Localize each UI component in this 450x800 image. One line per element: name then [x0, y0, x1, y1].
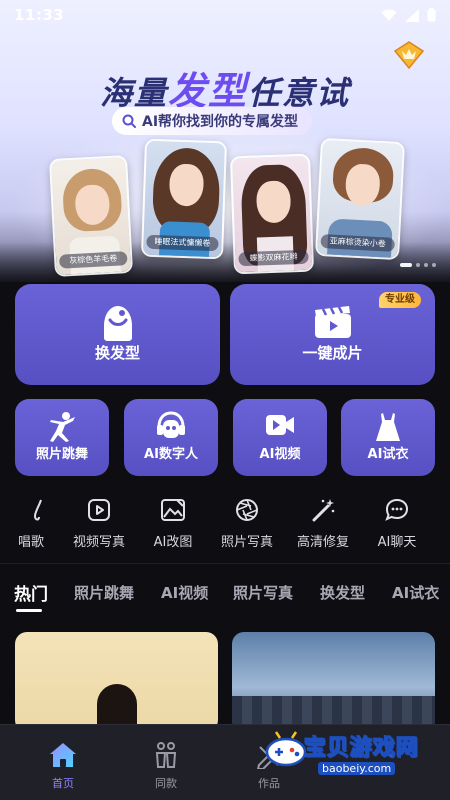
magic-wand-icon	[309, 496, 337, 524]
tile-label: 照片跳舞	[35, 447, 88, 462]
dress-icon	[374, 411, 402, 447]
tile-label: AI视频	[259, 447, 301, 462]
tab-hot[interactable]: 热门	[14, 580, 48, 605]
hero-subtitle-text: AI帮你找到你的专属发型	[142, 114, 299, 130]
tool-label: AI改图	[153, 535, 193, 550]
tile-ai-video[interactable]: AI视频	[233, 399, 327, 476]
nav-label: 同款	[155, 777, 177, 790]
tile-label: AI试衣	[367, 447, 409, 462]
status-icons	[381, 8, 436, 22]
aperture-icon	[233, 496, 261, 524]
tool-ai-chat[interactable]: AI聊天	[362, 496, 432, 552]
section-divider	[0, 563, 450, 564]
chat-bubble-icon	[383, 496, 411, 524]
image-edit-icon	[159, 496, 187, 524]
tile-label: 一键成片	[302, 344, 363, 362]
tool-video-portrait[interactable]: 视频写真	[64, 496, 134, 552]
carousel-dot	[424, 263, 428, 267]
video-camera-icon	[264, 411, 296, 443]
pro-badge: 专业级	[379, 292, 421, 308]
content-card[interactable]	[15, 632, 218, 732]
tool-label: 高清修复	[296, 535, 349, 550]
carousel-indicator	[400, 263, 436, 267]
hairstyle-card[interactable]: 灰棕色羊毛卷	[48, 155, 134, 277]
tab-change-hairstyle[interactable]: 换发型	[320, 582, 365, 603]
wifi-icon	[381, 9, 397, 21]
tile-ai-digital-human[interactable]: AI数字人	[124, 399, 218, 476]
same-style-icon	[151, 741, 181, 769]
watermark-text: 宝贝游戏网	[303, 736, 420, 762]
hairstyle-caption: 蝶影双麻花辫	[238, 249, 309, 267]
microphone-icon	[17, 496, 45, 524]
tab-ai-video[interactable]: AI视频	[161, 582, 208, 603]
tool-hd-restore[interactable]: 高清修复	[288, 496, 358, 552]
dancer-icon	[47, 411, 77, 447]
robot-headphones-icon	[155, 411, 187, 445]
clapperboard-icon	[313, 304, 353, 344]
search-icon	[122, 114, 136, 128]
hairstyle-card[interactable]: 睡眠法式慵懒卷	[140, 138, 228, 260]
tab-ai-try-on[interactable]: AI试衣	[392, 582, 439, 603]
tool-label: 唱歌	[17, 535, 44, 550]
nav-same-style[interactable]: 同款	[136, 741, 196, 791]
content-card[interactable]	[232, 632, 435, 732]
tile-one-click-film[interactable]: 专业级 一键成片	[230, 284, 435, 385]
tab-photo-portrait[interactable]: 照片写真	[233, 582, 293, 603]
status-bar: 11:33	[0, 0, 450, 30]
watermark: 宝贝游戏网 baobeiy.com	[262, 724, 450, 784]
gamepad-icon	[265, 731, 307, 767]
tab-photo-dance[interactable]: 照片跳舞	[74, 582, 134, 603]
tile-ai-try-on[interactable]: AI试衣	[341, 399, 435, 476]
hero-subtitle-pill: AI帮你找到你的专属发型	[112, 107, 313, 135]
tab-active-underline	[16, 609, 42, 612]
tool-label: 照片写真	[220, 535, 273, 550]
tile-photo-dance[interactable]: 照片跳舞	[15, 399, 109, 476]
tool-ai-image-edit[interactable]: AI改图	[138, 496, 208, 552]
status-time: 11:33	[14, 6, 65, 24]
hairstyle-caption: 睡眠法式慵懒卷	[146, 234, 219, 252]
home-icon	[48, 741, 78, 769]
carousel-dot	[432, 263, 436, 267]
carousel-dot	[416, 263, 420, 267]
battery-icon	[427, 8, 436, 22]
tool-sing[interactable]: 唱歌	[0, 496, 66, 552]
tile-change-hairstyle[interactable]: 换发型	[15, 284, 220, 385]
nav-label: 首页	[52, 777, 74, 790]
tile-label: AI数字人	[144, 447, 198, 462]
hairstyle-card[interactable]: 蝶影双麻花辫	[229, 153, 315, 275]
tool-photo-portrait[interactable]: 照片写真	[212, 496, 282, 552]
vip-crown-icon[interactable]	[392, 40, 426, 70]
tool-label: 视频写真	[72, 535, 125, 550]
tool-label: AI聊天	[377, 535, 417, 550]
video-play-icon	[85, 496, 113, 524]
hairstyle-card[interactable]: 亚麻棕烫染小卷	[314, 137, 406, 261]
nav-home[interactable]: 首页	[33, 741, 93, 791]
watermark-url: baobeiy.com	[318, 762, 396, 775]
carousel-dot-active	[400, 263, 412, 267]
signal-icon	[405, 8, 419, 22]
hair-cap-icon	[98, 304, 138, 346]
tile-label: 换发型	[94, 344, 140, 362]
hero-banner[interactable]: 11:33 海量发型任意试 AI帮你找到你的专属发型 灰棕色羊毛卷 睡眠法式慵懒…	[0, 0, 450, 282]
